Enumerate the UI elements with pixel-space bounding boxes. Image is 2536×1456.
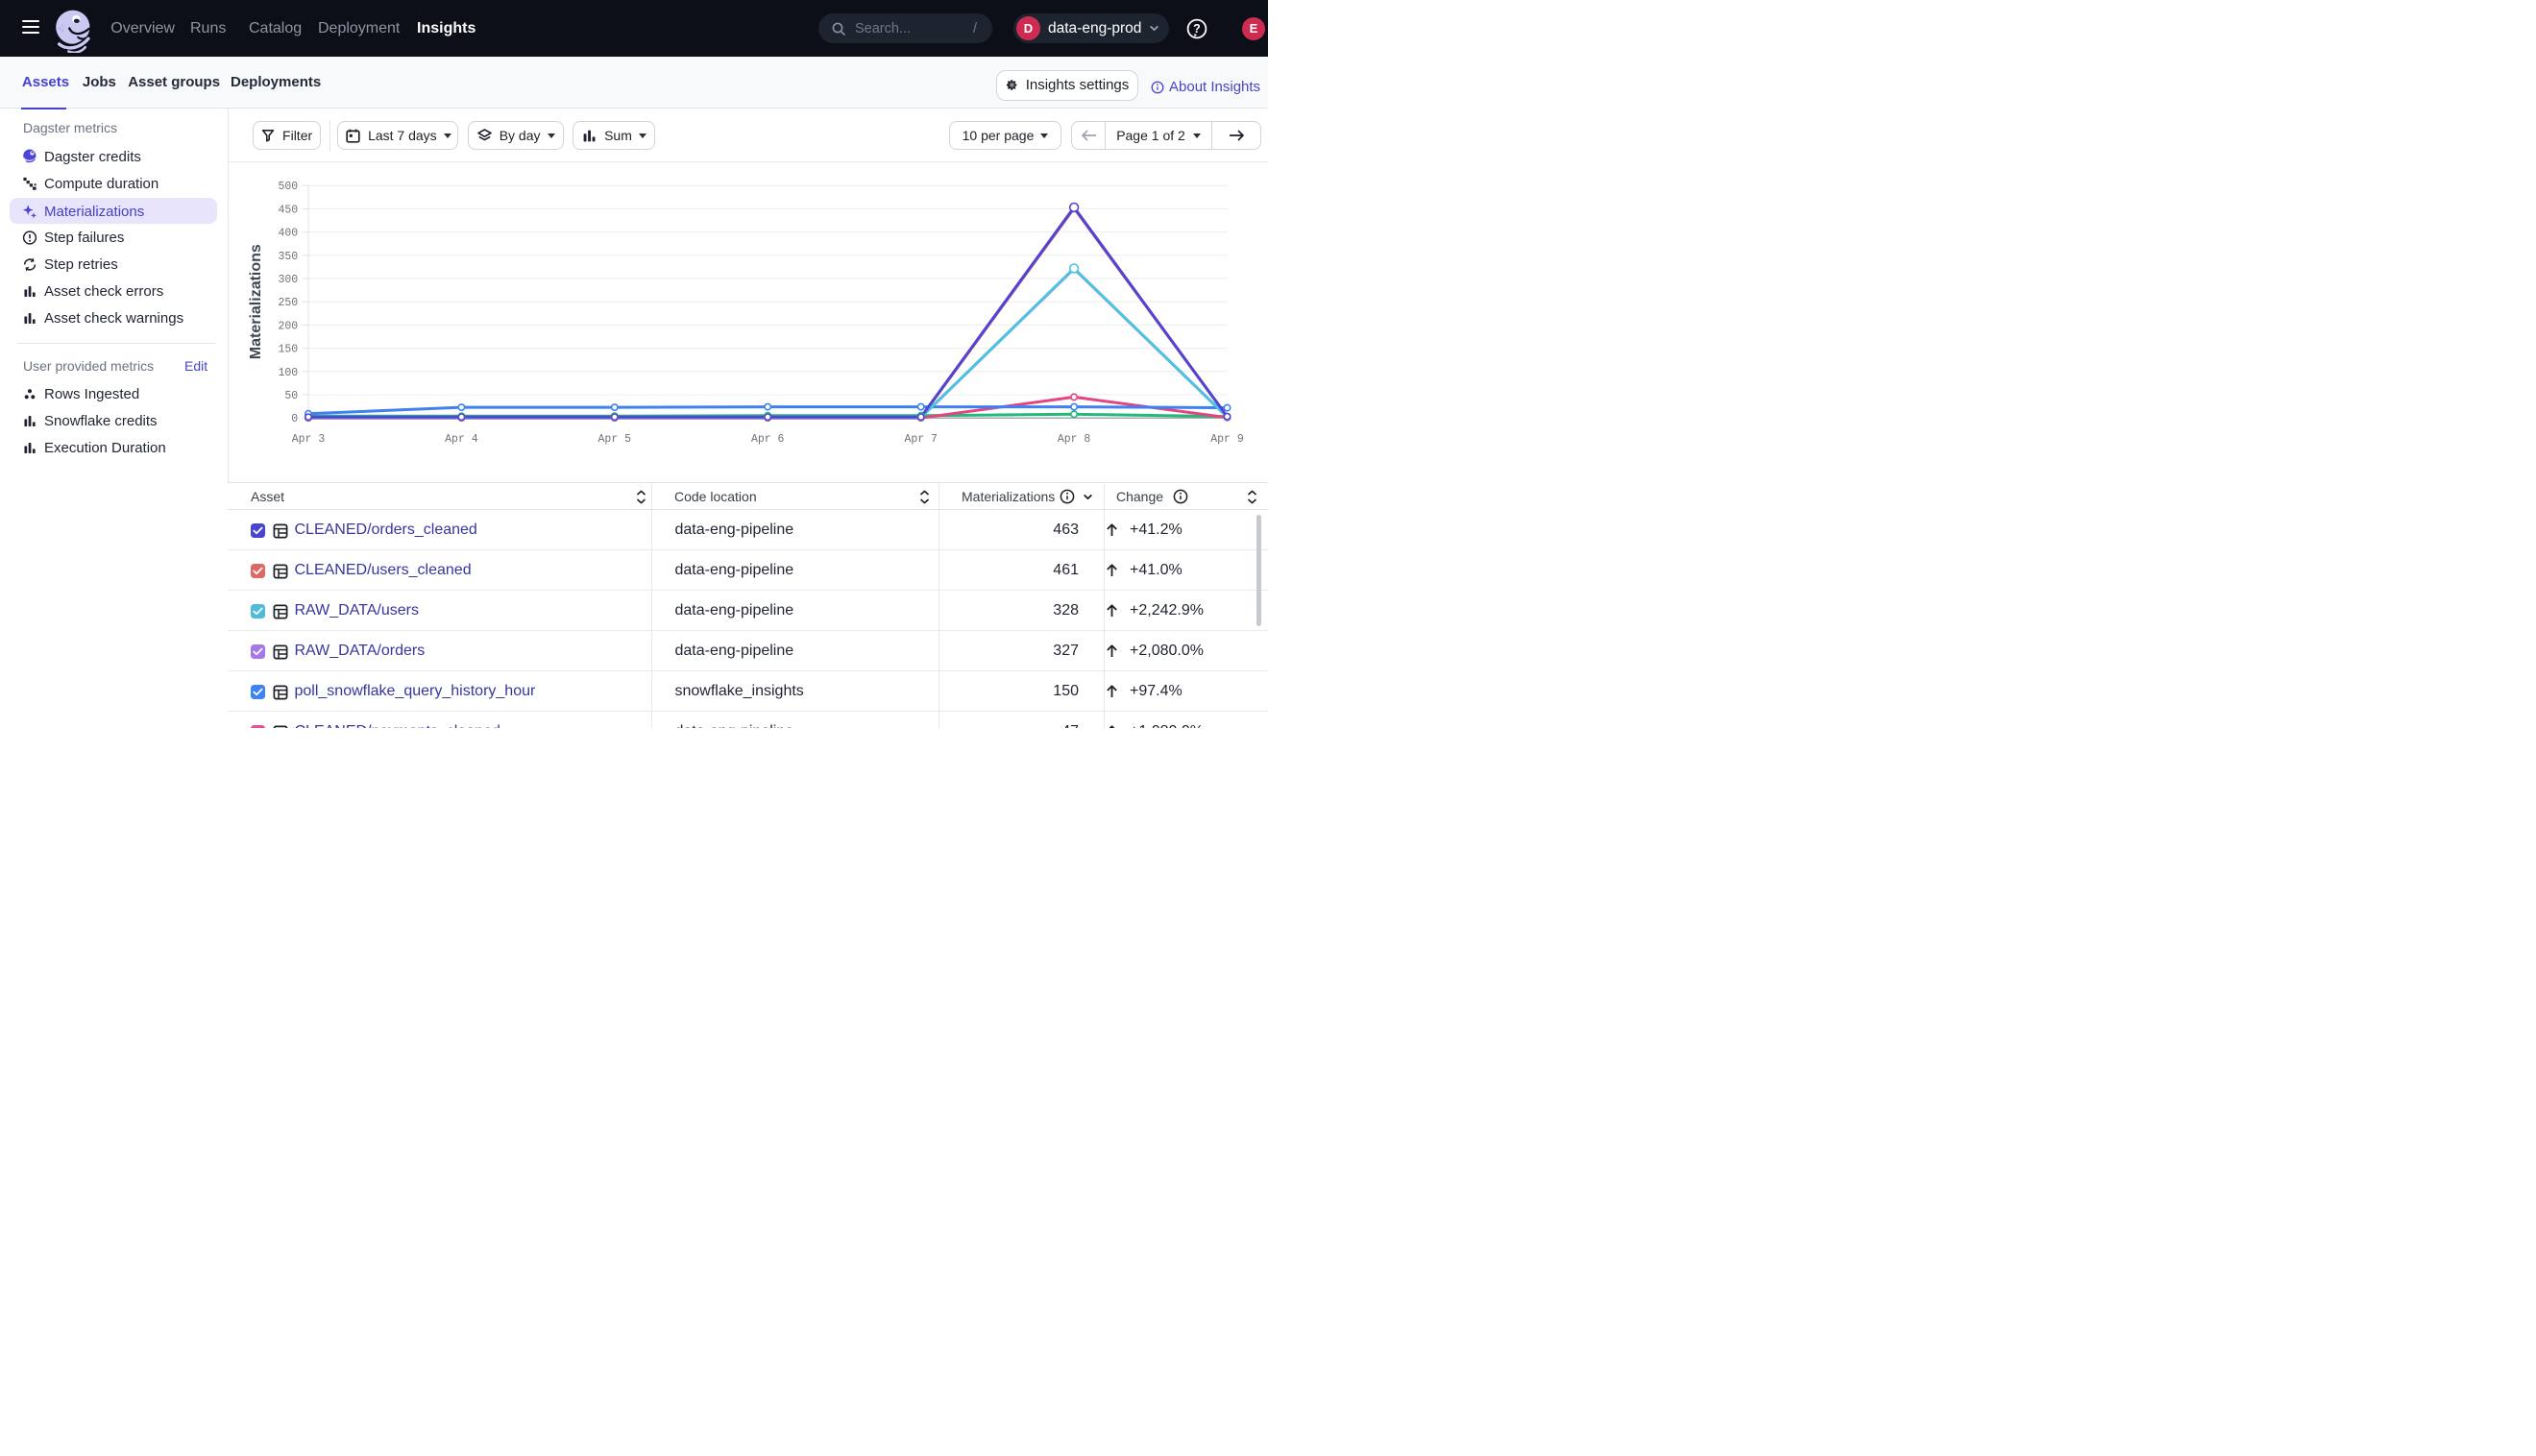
svg-text:Apr 7: Apr 7 [904,433,938,446]
svg-text:Materializations: Materializations [248,244,264,359]
svg-text:Apr 5: Apr 5 [598,433,632,446]
svg-text:200: 200 [278,320,298,332]
svg-text:400: 400 [278,228,298,240]
svg-text:50: 50 [284,390,298,402]
svg-text:450: 450 [278,204,298,216]
svg-text:300: 300 [278,274,298,286]
svg-text:Apr 3: Apr 3 [292,433,326,446]
svg-text:0: 0 [291,413,298,425]
svg-text:250: 250 [278,297,298,309]
svg-text:Apr 4: Apr 4 [445,433,478,446]
svg-text:150: 150 [278,344,298,356]
svg-text:?: ? [1193,22,1201,36]
svg-text:Apr 9: Apr 9 [1210,433,1244,446]
svg-text:100: 100 [278,367,298,379]
svg-text:500: 500 [278,181,298,193]
svg-text:350: 350 [278,251,298,263]
svg-text:Apr 6: Apr 6 [751,433,785,446]
svg-text:Apr 8: Apr 8 [1058,433,1091,446]
